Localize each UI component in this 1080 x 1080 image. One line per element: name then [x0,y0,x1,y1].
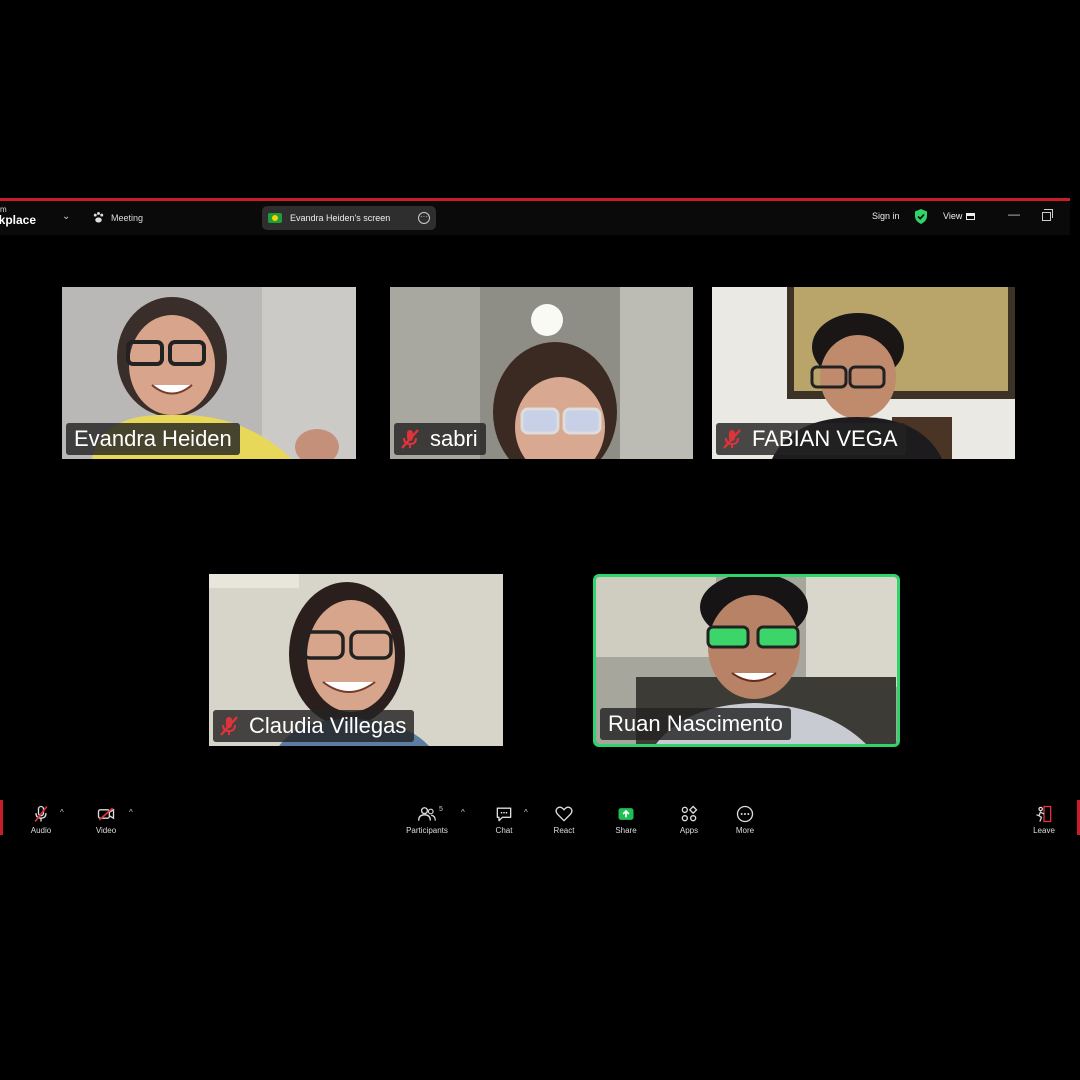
video-tile[interactable]: sabri [390,287,693,459]
react-label: React [553,826,575,835]
participant-name-tag: Evandra Heiden [66,423,240,455]
video-tile[interactable]: FABIAN VEGA [712,287,1015,459]
participant-name: Evandra Heiden [74,426,232,451]
muted-microphone-icon [34,805,48,823]
leave-icon [1036,805,1052,823]
participants-button[interactable]: Participants [397,800,457,835]
meeting-label: Meeting [111,212,144,223]
leave-button[interactable]: Leave [1014,800,1074,835]
meeting-toolbar: Audio ^ Video ^ Participants 5 ^ Chat ^ … [0,800,1080,840]
screen-share-indicator[interactable]: Evandra Heiden's screen ··· [262,206,436,230]
share-button[interactable]: Share [596,800,656,835]
apps-button[interactable]: Apps [659,800,719,835]
chat-options-caret-icon[interactable]: ^ [524,808,528,817]
chat-button[interactable]: Chat [474,800,534,835]
audio-label: Audio [30,826,52,835]
more-options-icon[interactable]: ··· [418,212,430,224]
participant-name: FABIAN VEGA [752,426,898,451]
paw-icon [93,211,104,223]
chevron-down-icon[interactable]: ⌄ [62,211,70,222]
react-button[interactable]: React [534,800,594,835]
audio-button[interactable]: Audio [11,800,71,835]
video-tile[interactable]: Claudia Villegas [209,574,503,746]
participants-options-caret-icon[interactable]: ^ [461,808,465,817]
meeting-info-button[interactable]: Meeting [92,211,143,224]
participant-name: Claudia Villegas [249,713,407,738]
apps-label: Apps [679,826,699,835]
title-bar: m rkplace ⌄ Meeting Evandra Heiden's scr… [0,201,1070,235]
shield-check-icon[interactable] [914,209,928,224]
muted-microphone-icon [723,429,741,449]
more-label: More [735,826,755,835]
participant-name: sabri [430,426,478,451]
brazil-flag-icon [268,213,282,223]
participant-name-tag: Claudia Villegas [213,710,415,742]
share-label: Evandra Heiden's screen [290,213,391,223]
participants-icon [418,807,436,821]
more-icon [736,805,754,823]
muted-microphone-icon [220,716,238,736]
restore-icon[interactable] [1042,209,1053,221]
grid-view-icon [966,212,976,220]
participant-name-tag: sabri [394,423,486,455]
more-button[interactable]: More [715,800,775,835]
video-tile[interactable]: Evandra Heiden [62,287,356,459]
sign-in-link[interactable]: Sign in [872,211,900,221]
minimize-icon[interactable]: — [1008,207,1020,221]
video-off-icon [97,807,115,821]
video-button[interactable]: Video [76,800,136,835]
view-button[interactable]: View [943,211,976,221]
view-label: View [943,211,963,221]
heart-icon [555,806,573,822]
participants-count: 5 [439,806,443,813]
chat-label: Chat [495,826,513,835]
participants-label: Participants [406,826,448,835]
muted-microphone-icon [401,429,419,449]
video-label: Video [95,826,117,835]
app-logo: m rkplace [0,206,37,227]
share-label: Share [615,826,637,835]
audio-options-caret-icon[interactable]: ^ [60,808,64,817]
participant-name: Ruan Nascimento [608,711,783,736]
leave-label: Leave [1033,826,1055,835]
video-tile-active-speaker[interactable]: Ruan Nascimento [593,574,900,747]
share-screen-icon [618,808,634,820]
participant-name-tag: FABIAN VEGA [716,423,906,455]
app-logo-line2: rkplace [0,213,37,227]
apps-icon [681,805,698,822]
video-options-caret-icon[interactable]: ^ [129,808,133,817]
participant-name-tag: Ruan Nascimento [600,708,791,740]
chat-icon [496,807,512,822]
